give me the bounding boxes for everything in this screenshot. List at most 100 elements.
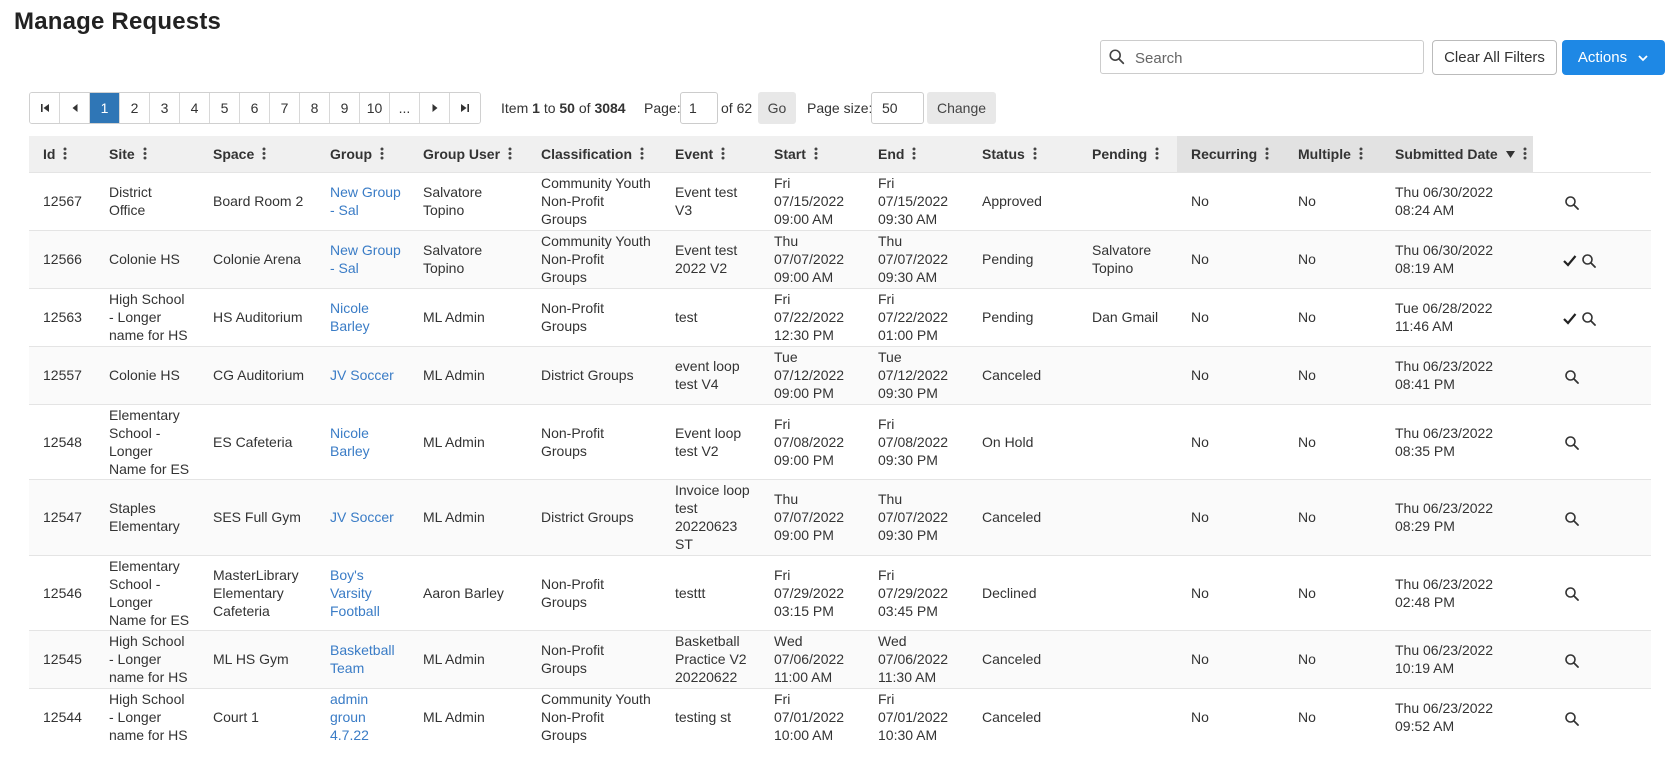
column-menu-icon[interactable]: [1265, 147, 1269, 160]
group-link[interactable]: JV Soccer: [330, 367, 394, 383]
first-page-button[interactable]: [30, 93, 60, 123]
view-search-icon[interactable]: [1564, 369, 1579, 384]
last-page-button[interactable]: [450, 93, 480, 123]
row-actions: [1533, 345, 1651, 404]
last-page-icon: [461, 104, 469, 112]
approve-check-icon[interactable]: [1562, 311, 1577, 326]
change-page-size-button[interactable]: Change: [927, 92, 996, 124]
cell-id: 12544: [29, 687, 95, 746]
cell-multiple: No: [1284, 478, 1381, 555]
group-link[interactable]: Nicole Barley: [330, 300, 370, 334]
cell-group: New Group - Sal: [316, 229, 409, 288]
page-size-label: Page size:: [807, 100, 873, 116]
column-header[interactable]: Status: [968, 136, 1078, 172]
grid-body: 12567 District Office Board Room 2 New Grou…: [29, 171, 1651, 746]
cell-end: Thu 07/07/2022 09:30 PM: [864, 478, 968, 555]
column-menu-icon[interactable]: [640, 147, 644, 160]
column-header[interactable]: Pending: [1078, 136, 1177, 172]
cell-site: Elementary School - Longer Name for ES: [95, 554, 199, 630]
group-link[interactable]: Boy's Varsity Football: [330, 567, 380, 619]
pager: 1 2 3 4 5 6 7 8 9 10...: [29, 92, 481, 124]
page-button[interactable]: 6: [240, 93, 270, 123]
view-search-icon[interactable]: [1564, 511, 1579, 526]
column-menu-icon[interactable]: [1033, 147, 1037, 160]
column-header[interactable]: Start: [760, 136, 864, 172]
view-search-icon[interactable]: [1564, 195, 1579, 210]
view-search-icon[interactable]: [1564, 653, 1579, 668]
cell-id: 12546: [29, 554, 95, 630]
group-link[interactable]: Basketball Team: [330, 642, 395, 676]
view-search-icon[interactable]: [1581, 311, 1596, 326]
page-button[interactable]: 7: [270, 93, 300, 123]
row-actions: [1533, 403, 1651, 479]
column-header[interactable]: End: [864, 136, 968, 172]
column-menu-icon[interactable]: [814, 147, 818, 160]
cell-group: Basketball Team: [316, 629, 409, 688]
item-to-word: to: [543, 100, 556, 116]
cell-space: Colonie Arena: [199, 229, 316, 288]
cell-status: On Hold: [968, 403, 1078, 479]
column-header[interactable]: Group User: [409, 136, 527, 172]
cell-submitted-date: Thu 06/30/2022 08:24 AM: [1381, 171, 1533, 230]
view-search-icon[interactable]: [1564, 586, 1579, 602]
page-button[interactable]: 4: [180, 93, 210, 123]
page-button[interactable]: ...: [390, 93, 420, 123]
page-button[interactable]: 10: [360, 93, 390, 123]
table-row: 12566 Colonie HS Colonie Arena New Group - …: [29, 229, 1651, 288]
view-search-icon[interactable]: [1581, 253, 1596, 268]
item-of-word: of: [578, 100, 591, 116]
view-search-icon[interactable]: [1564, 435, 1579, 451]
clear-all-filters-button[interactable]: Clear All Filters: [1432, 40, 1557, 75]
column-header[interactable]: Submitted Date: [1381, 136, 1533, 172]
view-search-icon[interactable]: [1564, 711, 1579, 726]
column-header-label: Id: [43, 145, 56, 162]
page-button[interactable]: 3: [150, 93, 180, 123]
page-button[interactable]: 8: [300, 93, 330, 123]
go-button[interactable]: Go: [758, 92, 796, 124]
item-from: 1: [532, 100, 540, 116]
column-menu-icon[interactable]: [912, 147, 916, 160]
search-box[interactable]: [1100, 40, 1424, 75]
group-link[interactable]: Nicole Barley: [330, 425, 370, 459]
column-menu-icon[interactable]: [63, 147, 67, 160]
table-row: 12547 Staples Elementary SES Full Gym JV So…: [29, 478, 1651, 555]
column-header[interactable]: Multiple: [1284, 136, 1381, 172]
column-menu-icon[interactable]: [143, 147, 147, 160]
column-header[interactable]: Recurring: [1177, 136, 1284, 172]
group-link[interactable]: admin groun 4.7.22: [330, 691, 369, 743]
column-header[interactable]: Event: [661, 136, 760, 172]
page-size-input[interactable]: [871, 92, 924, 124]
column-header[interactable]: Site: [95, 136, 199, 172]
column-menu-icon[interactable]: [1523, 147, 1527, 160]
column-menu-icon[interactable]: [1359, 147, 1363, 160]
page-button[interactable]: 9: [330, 93, 360, 123]
column-header[interactable]: Group: [316, 136, 409, 172]
column-menu-icon[interactable]: [508, 147, 512, 160]
cell-group: JV Soccer: [316, 478, 409, 555]
column-header[interactable]: Space: [199, 136, 316, 172]
group-link[interactable]: New Group - Sal: [330, 184, 401, 218]
group-link[interactable]: JV Soccer: [330, 509, 394, 525]
cell-start: Fri 07/29/2022 03:15 PM: [760, 554, 864, 630]
column-menu-icon[interactable]: [1155, 147, 1159, 160]
group-link[interactable]: New Group - Sal: [330, 242, 401, 276]
cell-recurring: No: [1177, 554, 1284, 630]
cell-classification: Community Youth Non-Profit Groups: [527, 229, 661, 288]
page-button[interactable]: 1: [90, 93, 120, 123]
column-menu-icon[interactable]: [721, 147, 725, 160]
search-input[interactable]: [1133, 41, 1421, 75]
column-header[interactable]: Classification: [527, 136, 661, 172]
page-button[interactable]: 5: [210, 93, 240, 123]
column-header[interactable]: Id: [29, 136, 95, 172]
column-menu-icon[interactable]: [262, 147, 266, 160]
approve-check-icon[interactable]: [1562, 253, 1577, 268]
page-button[interactable]: 2: [120, 93, 150, 123]
page-number-input[interactable]: [680, 92, 718, 124]
next-page-button[interactable]: [420, 93, 450, 123]
actions-button[interactable]: Actions: [1562, 40, 1665, 75]
column-menu-icon[interactable]: [380, 147, 384, 160]
cell-submitted-date: Thu 06/23/2022 08:41 PM: [1381, 345, 1533, 404]
table-row: 12563 High School - Longer name for HS HS …: [29, 287, 1651, 346]
cell-status: Declined: [968, 554, 1078, 630]
previous-page-button[interactable]: [60, 93, 90, 123]
